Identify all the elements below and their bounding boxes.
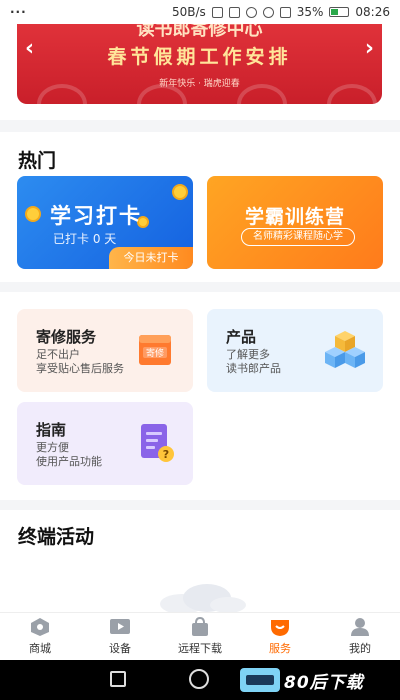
training-card-title: 学霸训练营 (244, 206, 345, 228)
repair-service-desc: 足不出户 享受贴心售后服务 (36, 348, 124, 376)
status-right-group: 50B/s 35% 08:26 (172, 5, 390, 19)
repair-service-card[interactable]: 寄修服务 足不出户 享受贴心售后服务 寄修 (17, 309, 193, 392)
nav-item-profile[interactable]: 我的 (320, 613, 400, 660)
product-desc: 了解更多 读书郎产品 (226, 348, 281, 376)
banner-section: 读书郎寄修中心 春节假期工作安排 新年快乐 · 瑞虎迎春 ‹ › (0, 24, 400, 120)
guide-name: 指南 (36, 421, 67, 439)
study-card-status-tag: 今日未打卡 (109, 247, 193, 269)
repair-desc-line2: 享受贴心售后服务 (36, 362, 124, 375)
home-button[interactable] (189, 669, 209, 689)
wifi-icon (262, 6, 274, 18)
training-card-pill: 名师精彩课程随心学 (241, 228, 355, 246)
clock: 08:26 (355, 5, 390, 19)
repair-desc-line1: 足不出户 (36, 348, 80, 361)
guide-document-icon: ? (141, 424, 174, 462)
svg-text:寄修: 寄修 (146, 347, 164, 359)
product-name: 产品 (226, 328, 257, 346)
battery-percent: 35% (296, 5, 324, 19)
training-camp-card[interactable]: 学霸训练营 名师精彩课程随心学 (207, 176, 383, 269)
nav-item-remote-download[interactable]: 远程下载 (160, 613, 240, 660)
banner-top-title: 读书郎寄修中心 (136, 24, 263, 40)
coin-icon (25, 206, 41, 222)
promo-banner[interactable]: 读书郎寄修中心 春节假期工作安排 新年快乐 · 瑞虎迎春 ‹ › (17, 24, 382, 104)
device-icon (110, 619, 130, 634)
vibrate-icon (228, 6, 240, 18)
activity-title: 终端活动 (18, 526, 95, 548)
bluetooth-icon (211, 6, 223, 18)
coin-icon (172, 184, 188, 200)
recent-apps-button[interactable] (110, 671, 126, 687)
study-card-title: 学习打卡 (50, 204, 142, 228)
nav-label-service: 服务 (269, 642, 291, 655)
eye-icon (245, 6, 257, 18)
watermark-robot-icon (240, 668, 280, 692)
network-speed: 50B/s (171, 5, 206, 19)
hot-section: 热门 学习打卡 已打卡 0 天 今日未打卡 学霸训练营 名师精彩课程随心学 (0, 132, 400, 282)
product-desc-line2: 读书郎产品 (226, 362, 281, 375)
nav-label-mall: 商城 (29, 642, 51, 655)
sim-icon (279, 6, 291, 18)
banner-main-title: 春节假期工作安排 (107, 46, 292, 68)
repair-box-icon: 寄修 (139, 335, 171, 365)
services-section: 寄修服务 足不出户 享受贴心售后服务 寄修 产品 了解更多 读书郎产品 指南 更… (0, 292, 400, 500)
cubes-icon (325, 331, 365, 368)
study-checkin-card[interactable]: 学习打卡 已打卡 0 天 今日未打卡 (17, 176, 193, 269)
status-bar: ··· 50B/s 35% 08:26 (0, 0, 400, 24)
nav-item-service[interactable]: 服务 (240, 613, 320, 660)
empty-cloud-icon (160, 584, 246, 612)
download-bag-icon (192, 617, 208, 636)
guide-desc-line2: 使用产品功能 (36, 455, 102, 468)
service-icon (271, 620, 289, 636)
status-menu-dots: ··· (10, 5, 27, 19)
guide-desc: 更方便 使用产品功能 (36, 441, 102, 469)
product-card[interactable]: 产品 了解更多 读书郎产品 (207, 309, 383, 392)
watermark-logo: 80后下载 (240, 668, 364, 693)
study-card-days: 已打卡 0 天 (53, 232, 117, 246)
battery-icon (329, 7, 350, 17)
repair-service-name: 寄修服务 (36, 328, 97, 346)
system-nav-bar: 80后下载 (0, 660, 400, 700)
profile-icon (351, 618, 369, 636)
nav-label-profile: 我的 (349, 642, 371, 655)
product-desc-line1: 了解更多 (226, 348, 270, 361)
nav-label-remote-download: 远程下载 (178, 642, 222, 655)
guide-card[interactable]: 指南 更方便 使用产品功能 ? (17, 402, 193, 485)
nav-label-device: 设备 (109, 642, 131, 655)
svg-text:?: ? (163, 448, 169, 461)
banner-next-icon[interactable]: › (365, 36, 374, 61)
bottom-navigation: 商城 设备 远程下载 服务 我的 (0, 612, 400, 660)
banner-prev-icon[interactable]: ‹ (25, 36, 34, 61)
hot-title: 热门 (18, 150, 57, 172)
mall-icon (31, 618, 49, 636)
nav-item-mall[interactable]: 商城 (0, 613, 80, 660)
guide-desc-line1: 更方便 (36, 441, 69, 454)
banner-sub-title: 新年快乐 · 瑞虎迎春 (159, 79, 240, 89)
activity-section: 终端活动 (0, 510, 400, 612)
nav-item-device[interactable]: 设备 (80, 613, 160, 660)
watermark-text: 80后下载 (284, 672, 364, 693)
